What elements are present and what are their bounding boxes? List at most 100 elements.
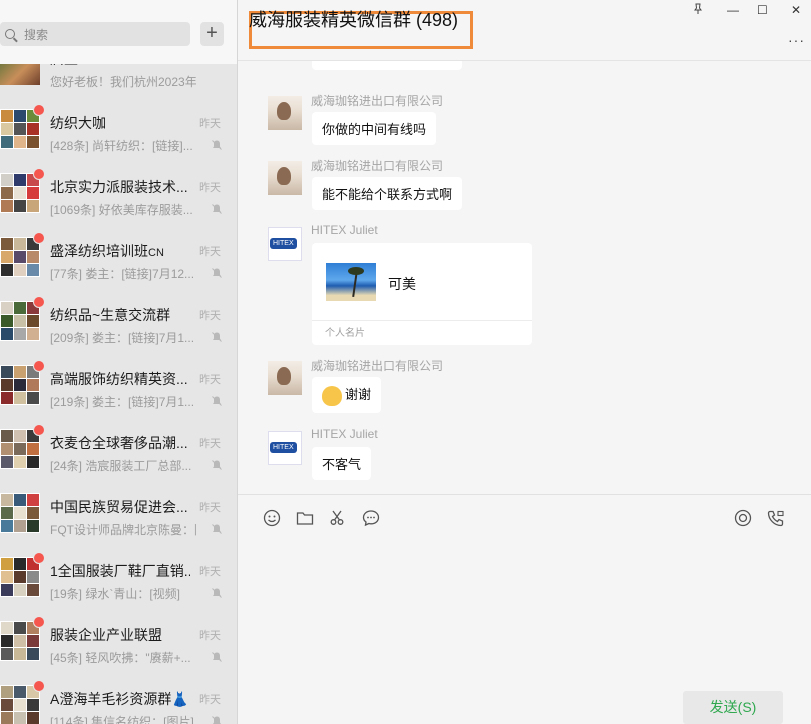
chat-bubble-icon[interactable] xyxy=(362,509,380,527)
search-icon xyxy=(5,29,15,39)
chat-preview: FQT设计师品牌北京陈曼：陈... xyxy=(50,523,196,537)
avatar xyxy=(0,621,40,661)
chat-time: 昨天 xyxy=(199,310,221,322)
chat-preview: 您好老板！我们杭州2023年1... xyxy=(50,75,196,89)
chat-preview: [219条] 娄主：[链接]7月1... xyxy=(50,395,195,409)
chat-preview: [428条] 尚轩纺织：[链接]... xyxy=(50,139,193,153)
chat-window: 威海服装精英微信群 (498) — ☐ ✕ ··· 威海应该是没有能做的 威海珈… xyxy=(238,0,811,724)
minimize-button[interactable]: — xyxy=(727,3,739,17)
unread-dot xyxy=(33,424,45,436)
avatar[interactable] xyxy=(268,227,302,261)
add-button[interactable]: + xyxy=(200,22,224,46)
chat-item-yimaicang[interactable]: 衣麦仓全球奢侈品潮... 昨天 [24条] 浩宸服装工厂总部... xyxy=(0,417,237,481)
avatar xyxy=(0,173,40,213)
mute-bell-icon xyxy=(212,588,222,598)
video-call-icon[interactable] xyxy=(767,509,785,527)
chat-time: 昨天 xyxy=(199,630,221,642)
chat-name: 衣麦仓全球奢侈品潮... xyxy=(50,435,188,451)
message-bubble: 威海应该是没有能做的 xyxy=(312,61,463,70)
sidebar: 启玉 您好老板！我们杭州2023年1... 纺织大咖 昨天 [428条] 尚轩纺… xyxy=(0,0,238,724)
avatar xyxy=(0,237,40,277)
avatar xyxy=(0,493,40,533)
chat-item-minzu[interactable]: 中国民族贸易促进会... 昨天 FQT设计师品牌北京陈曼：陈... xyxy=(0,481,237,545)
unread-dot xyxy=(33,360,45,372)
chat-item-gaoduan[interactable]: 高端服饰纺织精英资... 昨天 [219条] 娄主：[链接]7月1... xyxy=(0,353,237,417)
mute-bell-icon xyxy=(212,204,222,214)
avatar xyxy=(0,109,40,149)
mute-bell-icon xyxy=(212,268,222,278)
more-icon[interactable]: ··· xyxy=(788,32,805,48)
chat-time: 昨天 xyxy=(199,438,221,450)
sender-name: HITEX Juliet xyxy=(311,427,378,441)
card-thumbnail xyxy=(326,263,376,301)
card-divider xyxy=(312,320,532,321)
chat-preview: [19条] 绿水`青山：[视频] xyxy=(50,587,181,601)
chat-name: 高端服饰纺织精英资... xyxy=(50,371,188,387)
message-list: 威海应该是没有能做的 威海珈铭进出口有限公司 你做的中间有线吗 威海珈铭进出口有… xyxy=(238,60,811,494)
chat-preview: [45条] 轻风吹拂："赓薪+... xyxy=(50,651,191,665)
avatar xyxy=(0,429,40,469)
search-input[interactable]: 搜索 xyxy=(0,22,190,46)
unread-dot xyxy=(33,168,45,180)
chat-item-beijing[interactable]: 北京实力派服装技术... 昨天 [1069条] 好依美库存服装... xyxy=(0,161,237,225)
avatar xyxy=(0,301,40,341)
sender-name: 威海珈铭进出口有限公司 xyxy=(311,94,444,108)
chat-item-chenghai[interactable]: A澄海羊毛衫资源群👗 昨天 [114条] 集信名纺织：[图片] xyxy=(0,673,237,724)
pin-icon[interactable] xyxy=(692,3,704,15)
mute-bell-icon xyxy=(212,460,222,470)
chat-name: 纺织品~生意交流群 xyxy=(50,307,171,323)
chat-name: 纺织大咖 xyxy=(50,115,106,131)
live-icon[interactable] xyxy=(734,509,752,527)
message-bubble: 能不能给个联系方式啊 xyxy=(312,177,463,210)
avatar[interactable] xyxy=(268,96,302,130)
chat-time: 昨天 xyxy=(199,374,221,386)
folder-icon[interactable] xyxy=(296,509,314,527)
chat-item-fuzhuang-lianmeng[interactable]: 服装企业产业联盟 昨天 [45条] 轻风吹拂："赓薪+... xyxy=(0,609,237,673)
unread-dot xyxy=(33,680,45,692)
unread-dot xyxy=(33,552,45,564)
chat-preview: [77条] 娄主：[链接]7月12... xyxy=(50,267,195,281)
scissors-icon[interactable] xyxy=(329,509,347,527)
card-title: 可美 xyxy=(388,276,416,292)
chat-name: 服装企业产业联盟 xyxy=(50,627,162,643)
sender-name: 威海珈铭进出口有限公司 xyxy=(311,359,444,373)
chat-list: 启玉 您好老板！我们杭州2023年1... 纺织大咖 昨天 [428条] 尚轩纺… xyxy=(0,0,237,724)
avatar[interactable] xyxy=(268,161,302,195)
chat-time: 昨天 xyxy=(199,566,221,578)
chat-name: 盛泽纺织培训班CN xyxy=(50,243,164,259)
chat-item-shengze[interactable]: 盛泽纺织培训班CN 昨天 [77条] 娄主：[链接]7月12... xyxy=(0,225,237,289)
avatar[interactable] xyxy=(268,361,302,395)
chat-title[interactable]: 威海服装精英微信群 (498) xyxy=(249,6,458,32)
chat-name: 中国民族贸易促进会... xyxy=(50,499,188,515)
emoji-icon[interactable] xyxy=(263,509,281,527)
maximize-button[interactable]: ☐ xyxy=(757,3,768,17)
avatar[interactable] xyxy=(268,431,302,465)
mute-bell-icon xyxy=(212,652,222,662)
chat-name: A澄海羊毛衫资源群👗 xyxy=(50,691,189,707)
unread-dot xyxy=(33,616,45,628)
unread-dot xyxy=(33,232,45,244)
chat-time: 昨天 xyxy=(199,246,221,258)
close-button[interactable]: ✕ xyxy=(791,3,801,17)
send-button[interactable]: 发送(S) xyxy=(683,691,783,724)
card-footer: 个人名片 xyxy=(325,328,365,339)
mute-bell-icon xyxy=(212,396,222,406)
avatar xyxy=(0,557,40,597)
chat-item-fangzhipin[interactable]: 纺织品~生意交流群 昨天 [209条] 娄主：[链接]7月1... xyxy=(0,289,237,353)
search-placeholder: 搜索 xyxy=(24,27,49,42)
chat-time: 昨天 xyxy=(199,502,221,514)
chat-item-fangzhi-daka[interactable]: 纺织大咖 昨天 [428条] 尚轩纺织：[链接]... xyxy=(0,97,237,161)
chat-name: 1全国服装厂鞋厂直销... xyxy=(50,563,190,579)
sender-name: HITEX Juliet xyxy=(311,223,378,237)
message-bubble: 谢谢 xyxy=(312,377,382,413)
contact-card[interactable]: 可美 个人名片 xyxy=(312,243,532,345)
chat-item-quanguo[interactable]: 1全国服装厂鞋厂直销... 昨天 [19条] 绿水`青山：[视频] xyxy=(0,545,237,609)
chat-preview: [24条] 浩宸服装工厂总部... xyxy=(50,459,192,473)
avatar xyxy=(0,685,40,724)
mute-bell-icon xyxy=(212,716,221,724)
chat-time: 昨天 xyxy=(199,118,221,130)
ok-hand-icon xyxy=(322,385,342,406)
chat-time: 昨天 xyxy=(199,694,221,706)
chat-time: 昨天 xyxy=(199,182,221,194)
mute-bell-icon xyxy=(212,332,222,342)
